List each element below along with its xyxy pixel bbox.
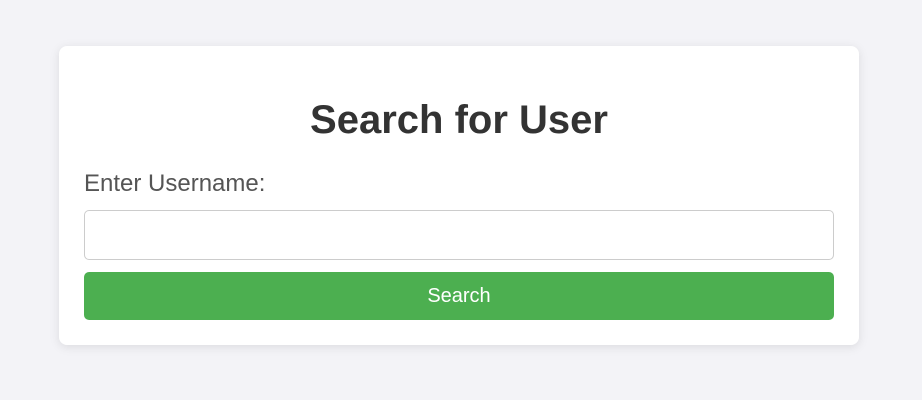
search-button[interactable]: Search — [84, 272, 834, 320]
username-input[interactable] — [84, 210, 834, 260]
username-label: Enter Username: — [84, 170, 266, 197]
search-user-card: Search for User Enter Username: Search — [59, 46, 859, 345]
page-title: Search for User — [310, 98, 608, 142]
